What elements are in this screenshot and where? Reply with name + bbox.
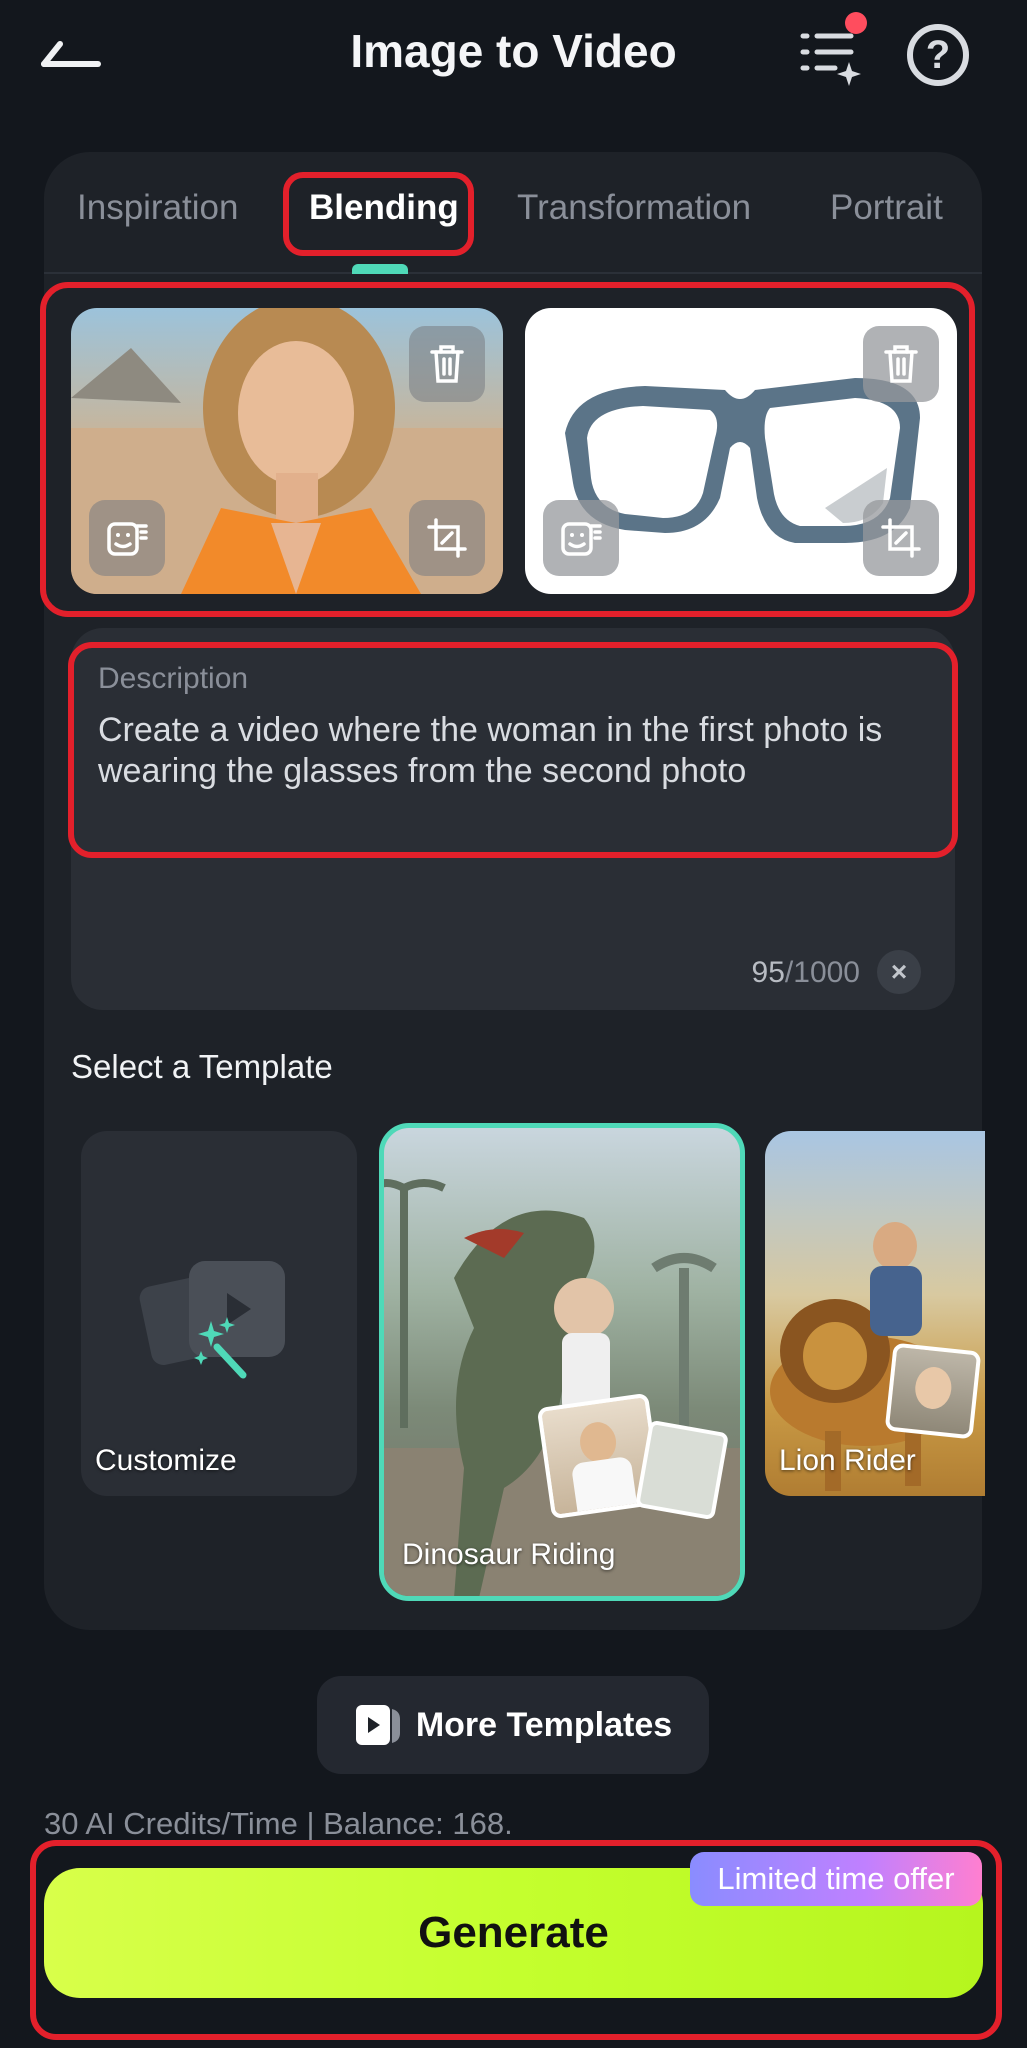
character-count: 95	[751, 956, 785, 989]
task-list-button[interactable]	[795, 12, 867, 90]
help-circle-icon: ?	[925, 32, 951, 77]
notification-dot	[845, 12, 867, 34]
character-max: /1000	[784, 956, 860, 989]
page-title: Image to Video	[350, 25, 677, 77]
more-templates-button[interactable]: More Templates	[317, 1676, 709, 1774]
tab-divider	[44, 272, 982, 274]
highlight-box	[283, 172, 474, 256]
source-dino-thumbnail	[634, 1419, 730, 1521]
template-label: Customize	[95, 1444, 237, 1477]
tab-bar: Inspiration Blending Transformation Port…	[44, 182, 982, 272]
more-templates-label: More Templates	[415, 1705, 673, 1744]
lion-rider-thumbnail	[770, 1222, 960, 1491]
template-dinosaur-riding[interactable]: Dinosaur Riding	[379, 1123, 745, 1601]
close-icon: ×	[890, 956, 908, 987]
tab-inspiration[interactable]: Inspiration	[77, 188, 238, 228]
highlight-box	[68, 642, 958, 858]
tab-portrait[interactable]: Portrait	[830, 188, 943, 228]
credits-balance: 30 AI Credits/Time | Balance: 168.	[44, 1806, 513, 1841]
character-counter: 95/1000	[700, 956, 860, 990]
highlight-box	[40, 282, 975, 617]
source-child-thumbnail	[884, 1342, 982, 1440]
active-tab-indicator	[352, 264, 408, 274]
template-label: Dinosaur Riding	[402, 1538, 616, 1571]
customize-template-icon	[139, 1261, 285, 1379]
template-label: Lion Rider	[779, 1444, 916, 1477]
clear-description-button[interactable]: ×	[877, 950, 921, 994]
highlight-box	[30, 1840, 1002, 2040]
template-customize[interactable]: Customize	[81, 1131, 357, 1496]
tab-transformation[interactable]: Transformation	[517, 188, 751, 228]
template-lion-rider[interactable]: Lion Rider	[765, 1131, 985, 1496]
template-section-title: Select a Template	[71, 1048, 333, 1085]
help-button[interactable]: ?	[907, 24, 969, 86]
dinosaur-riding-thumbnail	[384, 1179, 740, 1596]
video-template-icon	[355, 1705, 400, 1745]
